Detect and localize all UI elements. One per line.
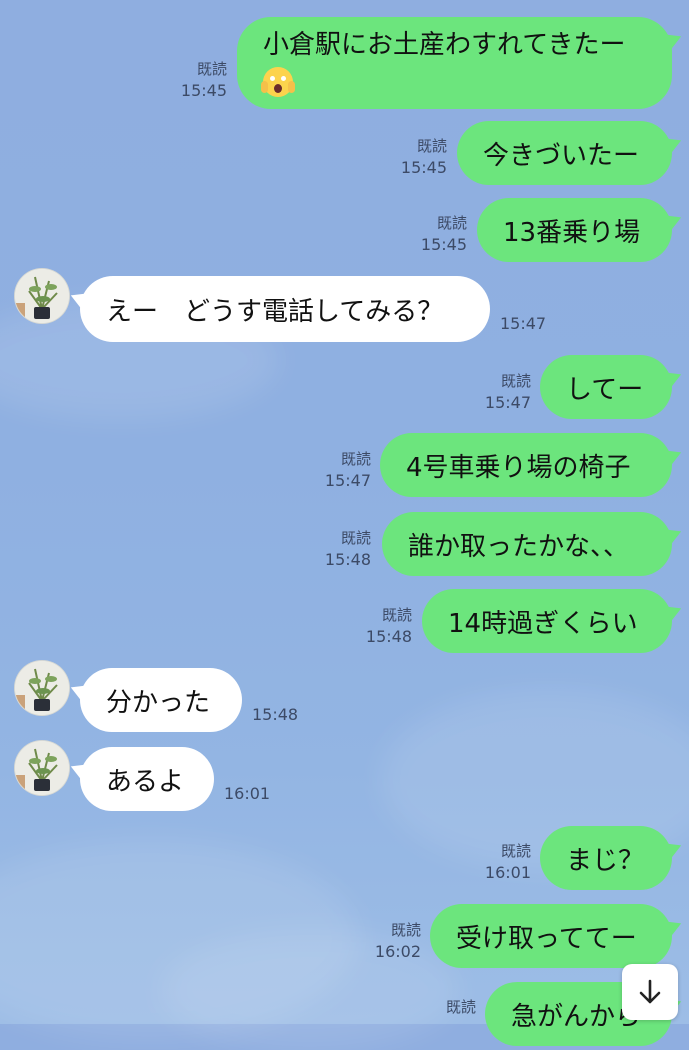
message-meta: 既読 15:48 <box>332 604 412 648</box>
message-time: 15:48 <box>324 550 371 569</box>
message-text: 4号車乗り場の椅子 <box>406 452 631 483</box>
message-bubble-sent[interactable]: 小倉駅にお土産わすれてきたー <box>237 17 672 109</box>
potted-plant-avatar-icon <box>15 269 69 323</box>
read-receipt: 既読 <box>196 60 227 78</box>
message-meta: 既読 15:45 <box>367 135 447 179</box>
message-bubble-sent[interactable]: 誰か取ったかな、、 <box>382 512 672 576</box>
message-text: 小倉駅にお土産わすれてきたー <box>263 30 626 60</box>
message-meta: 既読 15:47 <box>291 448 371 492</box>
message-meta: 既読 15:48 <box>291 527 371 571</box>
read-receipt: 既読 <box>390 921 421 939</box>
message-text: 分かった <box>106 687 211 718</box>
message-bubble-received[interactable]: えー どうす電話してみる？ <box>80 276 490 342</box>
message-text: あるよ <box>106 766 185 797</box>
message-bubble-sent[interactable]: 受け取っててー <box>430 904 672 968</box>
message-meta: 既読 16:02 <box>341 919 421 963</box>
message-time: 15:45 <box>420 235 467 254</box>
read-receipt: 既読 <box>436 214 467 232</box>
contact-avatar[interactable] <box>14 740 70 796</box>
read-receipt: 既読 <box>445 998 476 1016</box>
message-bubble-sent[interactable]: 4号車乗り場の椅子 <box>380 433 672 497</box>
message-meta: 既読 15:47 <box>451 370 531 414</box>
read-receipt: 既読 <box>416 137 447 155</box>
message-text: まじ？ <box>566 845 645 876</box>
read-receipt: 既読 <box>500 372 531 390</box>
message-time: 16:01 <box>484 863 531 882</box>
arrow-down-icon <box>639 979 661 1004</box>
message-bubble-sent[interactable]: 今きづいたー <box>457 121 672 185</box>
message-text: 13番乗り場 <box>503 217 641 248</box>
message-meta: 16:01 <box>224 783 294 805</box>
message-time: 15:47 <box>484 393 531 412</box>
read-receipt: 既読 <box>340 450 371 468</box>
message-text: 誰か取ったかな、、 <box>408 531 630 562</box>
read-receipt: 既読 <box>500 842 531 860</box>
message-time: 15:47 <box>500 314 547 333</box>
message-time: 16:01 <box>224 784 271 803</box>
message-bubble-sent[interactable]: 14時過ぎくらい <box>422 589 672 653</box>
message-meta: 既読 15:45 <box>387 212 467 256</box>
chat-area[interactable]: 既読 15:45 小倉駅にお土産わすれてきたー 既読 15:45 今きづいたー … <box>0 0 689 1046</box>
face-screaming-in-fear-icon <box>261 67 295 97</box>
read-receipt: 既読 <box>340 529 371 547</box>
message-meta: 既読 16:01 <box>451 840 531 884</box>
contact-avatar[interactable] <box>14 660 70 716</box>
message-time: 15:47 <box>324 471 371 490</box>
message-meta: 既読 <box>396 996 476 1018</box>
potted-plant-avatar-icon <box>15 661 69 715</box>
message-time: 15:48 <box>252 705 299 724</box>
message-time: 16:02 <box>374 942 421 961</box>
read-receipt: 既読 <box>381 606 412 624</box>
message-text: 受け取っててー <box>456 923 637 954</box>
message-bubble-received[interactable]: あるよ <box>80 747 214 811</box>
message-time: 15:48 <box>365 627 412 646</box>
contact-avatar[interactable] <box>14 268 70 324</box>
scroll-to-bottom-button[interactable] <box>622 964 678 1020</box>
message-text: 今きづいたー <box>483 140 640 171</box>
message-bubble-sent[interactable]: まじ？ <box>540 826 672 890</box>
message-meta: 15:48 <box>252 704 322 726</box>
message-bubble-sent[interactable]: 13番乗り場 <box>477 198 672 262</box>
message-text: えー どうす電話してみる？ <box>106 296 444 327</box>
message-meta: 既読 15:45 <box>147 58 227 102</box>
message-text: 14時過ぎくらい <box>448 608 638 639</box>
potted-plant-avatar-icon <box>15 741 69 795</box>
message-time: 15:45 <box>400 158 447 177</box>
message-bubble-received[interactable]: 分かった <box>80 668 242 732</box>
message-time: 15:45 <box>180 81 227 100</box>
message-bubble-sent[interactable]: してー <box>540 355 672 419</box>
message-text: してー <box>566 374 644 405</box>
message-meta: 15:47 <box>500 313 570 335</box>
